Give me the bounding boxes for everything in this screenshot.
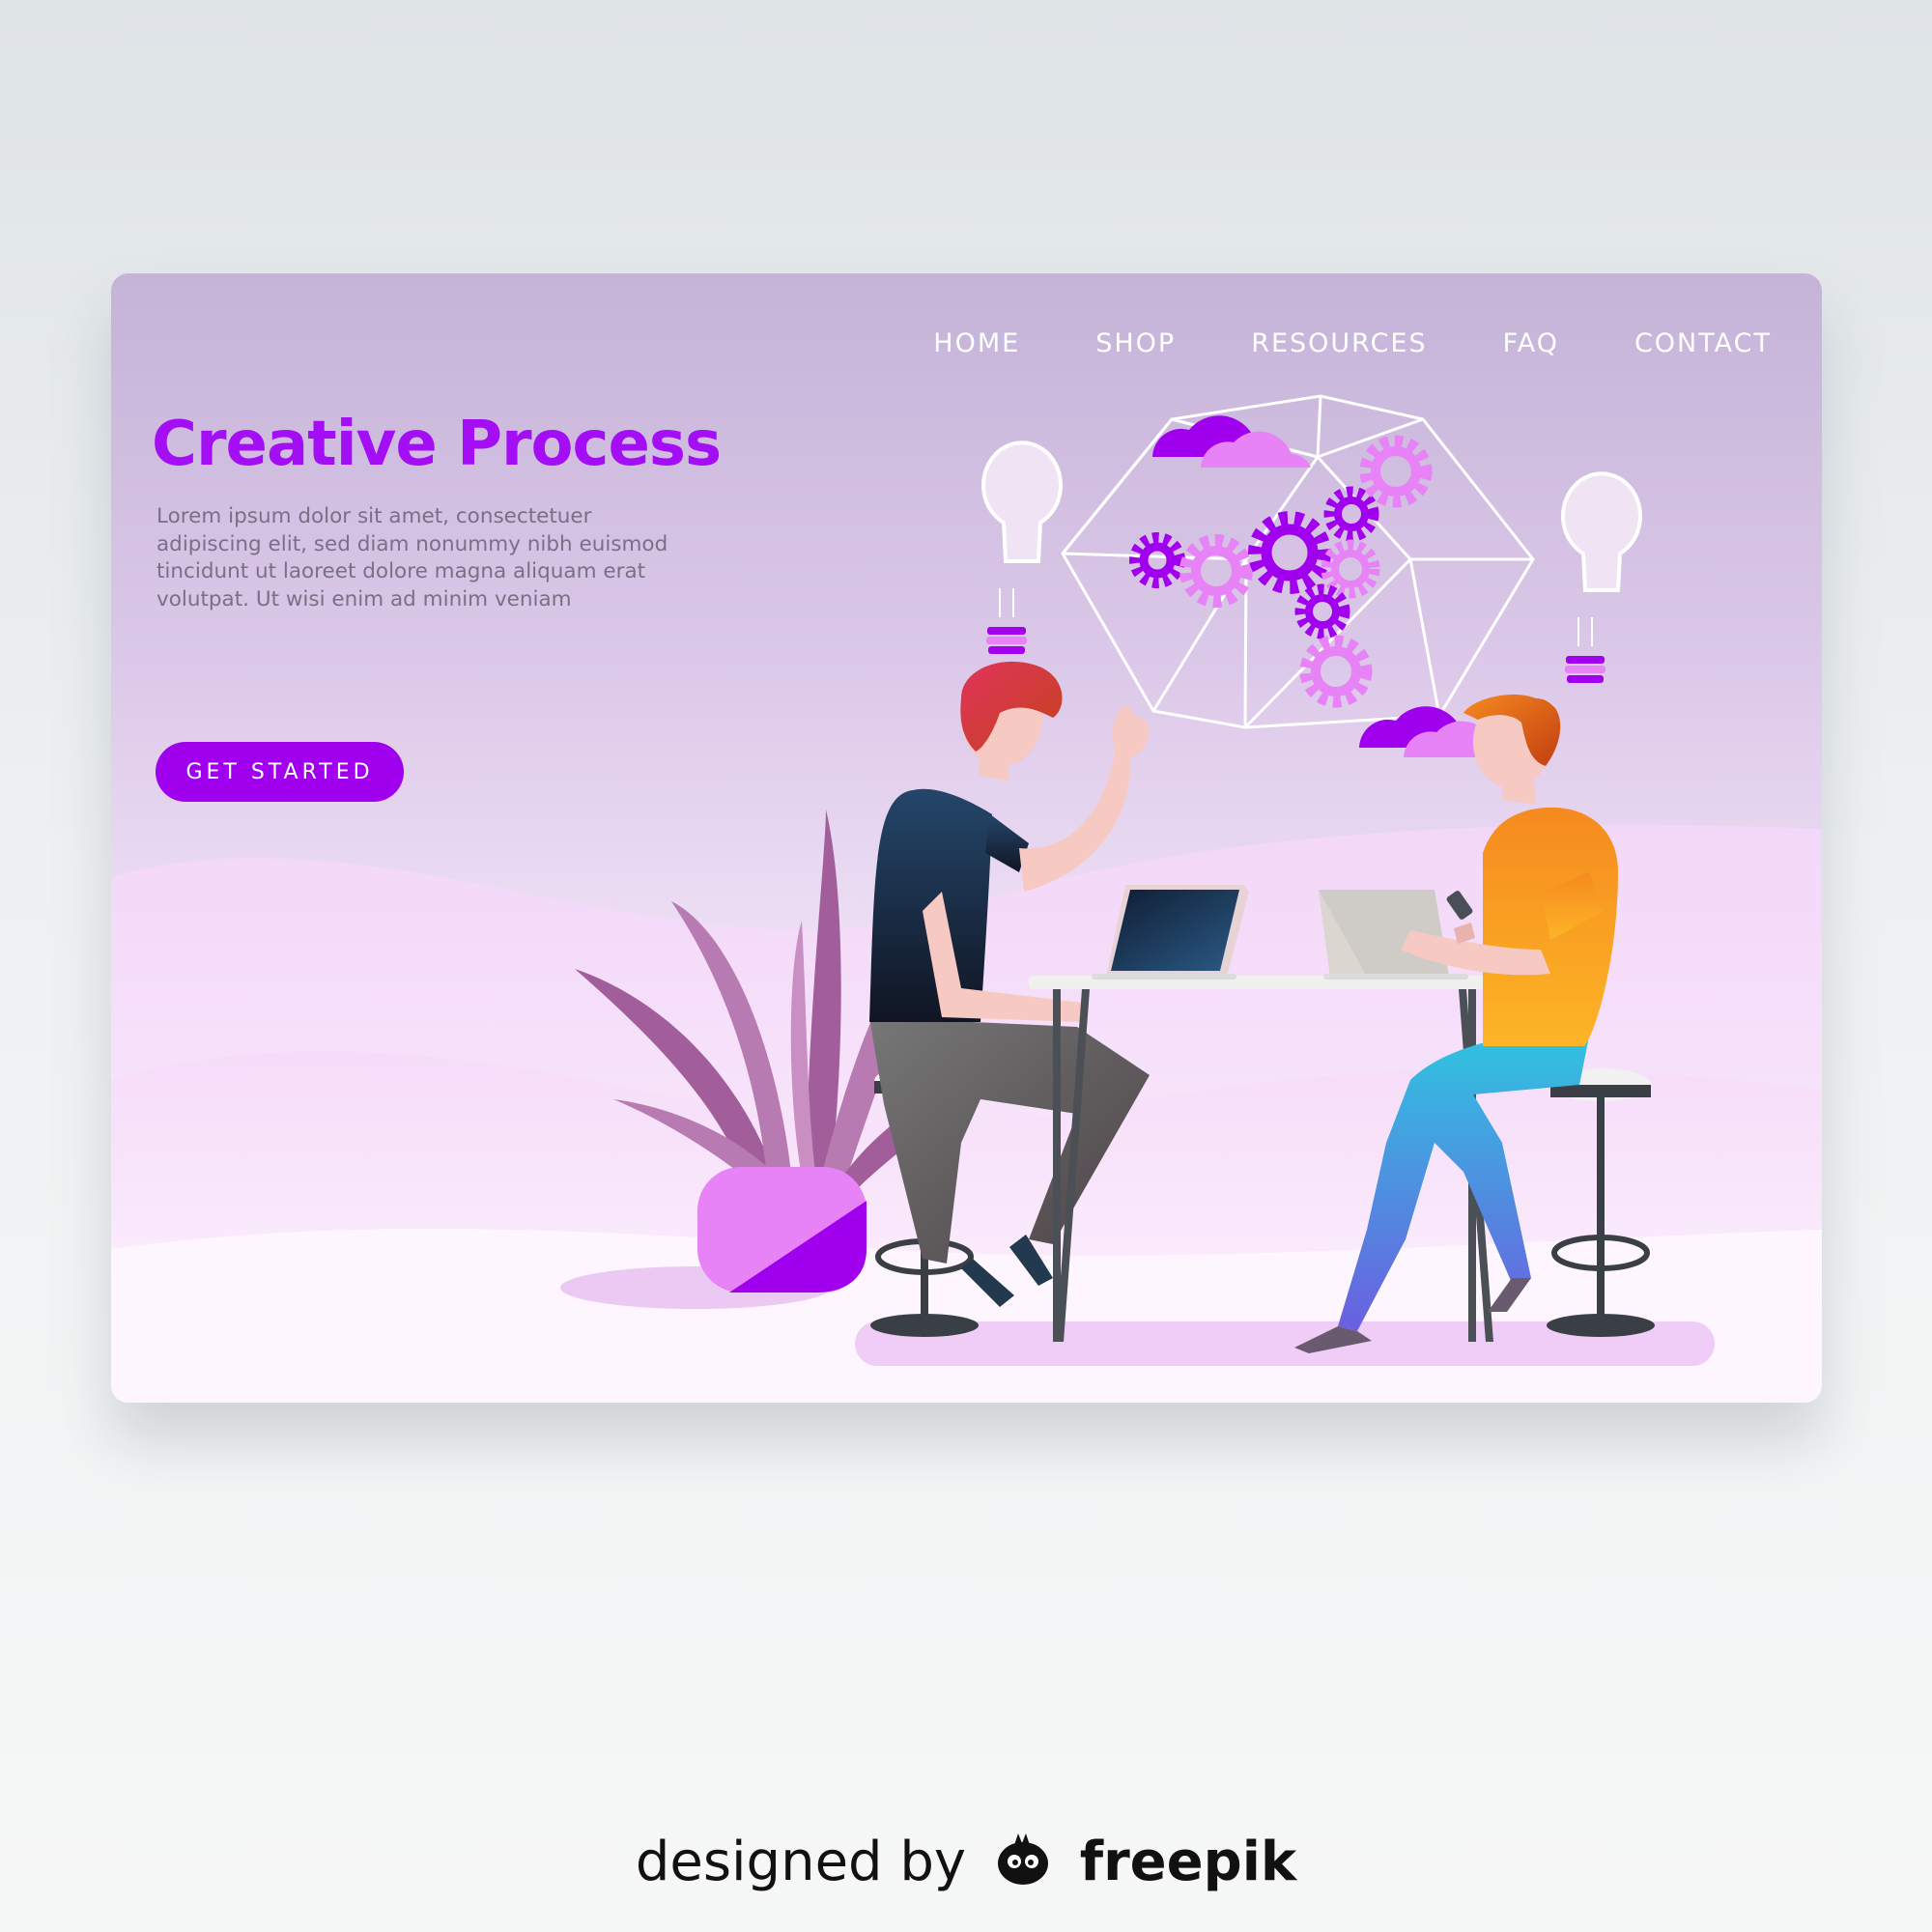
cloud-icon — [1152, 415, 1311, 468]
gear-icon — [1321, 539, 1380, 599]
gear-icon — [1299, 635, 1373, 708]
gear-icon — [1129, 532, 1185, 588]
landing-card: HOME SHOP RESOURCES FAQ CONTACT Creative… — [111, 273, 1822, 1403]
lightbulb-icon — [1561, 471, 1642, 683]
laptop-right — [1319, 890, 1468, 980]
stool-right — [1547, 1068, 1655, 1337]
credit-prefix: designed by — [635, 1831, 967, 1893]
credit-brand: freepik — [1079, 1831, 1297, 1893]
laptop-left — [1092, 885, 1249, 980]
freepik-logo-icon — [997, 1833, 1048, 1885]
gear-icon — [1179, 534, 1253, 608]
gear-icon — [1359, 435, 1433, 508]
person-right — [1294, 694, 1618, 1353]
illustration — [560, 394, 1715, 1366]
lightbulb-icon — [981, 440, 1063, 654]
credit-line: designed by freepik — [0, 1831, 1932, 1893]
gear-icon — [1294, 583, 1350, 639]
gear-icon — [1323, 486, 1379, 542]
